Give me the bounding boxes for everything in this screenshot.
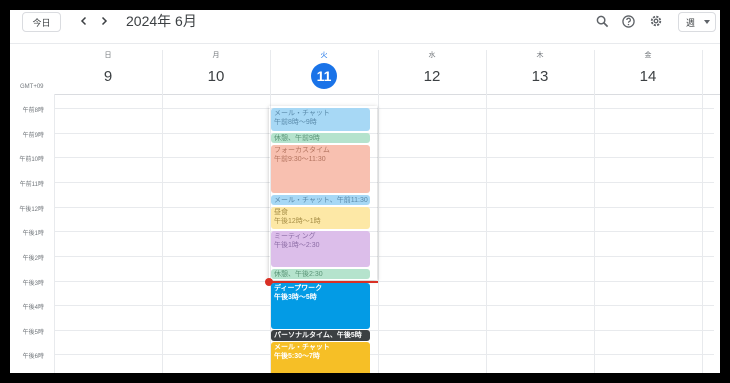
event-time: 午後3時～5時 <box>274 294 317 301</box>
search-icon <box>596 15 608 27</box>
hour-label: 午後3時 <box>22 281 44 287</box>
event-title: フォーカスタイム <box>274 147 330 154</box>
column-divider <box>54 94 55 373</box>
event-email-chat-evening[interactable]: メール・チャット 午後5:30～7時 <box>271 342 370 373</box>
caret-down-icon <box>704 20 710 24</box>
event-title: メール・チャット <box>274 110 330 117</box>
view-selector[interactable]: 週 <box>678 12 716 32</box>
header-divider <box>10 43 720 44</box>
event-deep-work[interactable]: ディープワーク 午後3時～5時 <box>271 283 370 329</box>
event-title: メール・チャット、午前11:30 <box>274 197 368 204</box>
hour-gridline <box>54 207 714 208</box>
hour-gridline <box>54 354 714 355</box>
hour-gridline <box>54 330 714 331</box>
hour-gridline <box>54 256 714 257</box>
today-button[interactable]: 今日 <box>22 12 61 32</box>
day-of-week: 日 <box>104 52 112 59</box>
event-personal-time[interactable]: パーソナルタイム、午後5時 <box>271 330 370 341</box>
day-of-week: 木 <box>536 52 544 59</box>
settings-button[interactable] <box>648 13 664 29</box>
column-divider <box>702 50 703 373</box>
day-header-mon[interactable]: 月 10 <box>162 50 270 90</box>
hour-label: 午後12時 <box>19 207 44 213</box>
hour-label: 午後6時 <box>22 354 44 360</box>
prev-week-button[interactable] <box>76 13 92 29</box>
day-header-sun[interactable]: 日 9 <box>54 50 162 90</box>
month-title: 2024年 6月 <box>126 13 197 29</box>
hour-label: 午前10時 <box>19 157 44 163</box>
event-title: 休憩、午後2:30 <box>274 271 323 278</box>
hour-label: 午前8時 <box>22 108 44 114</box>
help-button[interactable] <box>620 13 636 29</box>
day-number[interactable]: 13 <box>486 64 594 90</box>
event-focus-time[interactable]: フォーカスタイム 午前9:30～11:30 <box>271 145 370 193</box>
hour-gridline <box>54 305 714 306</box>
column-divider <box>594 50 595 373</box>
event-lunch[interactable]: 昼食 午後12時～1時 <box>271 207 370 229</box>
event-meeting[interactable]: ミーティング 午後1時～2:30 <box>271 231 370 267</box>
event-title: メール・チャット <box>274 344 330 351</box>
day-number[interactable]: 12 <box>378 64 486 90</box>
help-icon <box>621 14 635 28</box>
hour-gridline <box>54 133 714 134</box>
hour-gridline <box>54 108 714 109</box>
calendar-header: 今日 2024年 6月 週 <box>10 10 720 36</box>
event-break-9am[interactable]: 休憩、午前9時 <box>271 133 370 143</box>
column-divider <box>378 50 379 373</box>
day-header-tue-today[interactable]: 火 11 <box>270 50 378 89</box>
event-title: 昼食 <box>274 209 288 216</box>
event-time: 午後5:30～7時 <box>274 353 320 360</box>
hour-gridline <box>54 281 714 282</box>
event-time: 午前9:30～11:30 <box>274 156 326 163</box>
day-number[interactable]: 9 <box>54 64 162 90</box>
hour-label: 午後4時 <box>22 305 44 311</box>
day-number-today[interactable]: 11 <box>311 63 337 89</box>
event-title: パーソナルタイム、午後5時 <box>274 332 362 339</box>
event-title: ミーティング <box>274 233 316 240</box>
chevron-right-icon <box>101 16 108 26</box>
event-email-chat-1130[interactable]: メール・チャット、午前11:30 <box>271 195 370 205</box>
day-header-fri[interactable]: 金 14 <box>594 50 702 90</box>
hour-label: 午前11時 <box>19 182 44 188</box>
calendar-window: 今日 2024年 6月 週 日 9 月 10 火 11 水 12 木 13 金 … <box>10 10 720 373</box>
view-selector-label: 週 <box>686 17 696 28</box>
event-time: 午後12時～1時 <box>274 218 321 225</box>
day-of-week: 月 <box>212 52 220 59</box>
grid-top-border <box>54 94 720 95</box>
event-title: ディープワーク <box>274 285 323 292</box>
event-time: 午後1時～2:30 <box>274 242 320 249</box>
column-divider <box>162 50 163 373</box>
day-header-thu[interactable]: 木 13 <box>486 50 594 90</box>
day-number[interactable]: 10 <box>162 64 270 90</box>
column-divider <box>486 50 487 373</box>
event-time: 午前8時～9時 <box>274 119 317 126</box>
hour-label: 午後1時 <box>22 231 44 237</box>
search-button[interactable] <box>594 13 610 29</box>
hour-gridline <box>54 231 714 232</box>
hour-label: 午後5時 <box>22 330 44 336</box>
day-of-week: 水 <box>428 52 436 59</box>
day-of-week: 火 <box>320 52 328 59</box>
day-header-wed[interactable]: 水 12 <box>378 50 486 90</box>
hour-gridline <box>54 182 714 183</box>
next-week-button[interactable] <box>96 13 112 29</box>
hour-label: 午前9時 <box>22 133 44 139</box>
hour-label: 午後2時 <box>22 256 44 262</box>
timezone-label: GMT+09 <box>20 84 44 90</box>
event-email-chat-morning[interactable]: メール・チャット 午前8時～9時 <box>271 108 370 131</box>
gear-icon <box>650 15 662 27</box>
day-number[interactable]: 14 <box>594 64 702 90</box>
event-break-230pm[interactable]: 休憩、午後2:30 <box>271 269 370 279</box>
day-of-week: 金 <box>644 52 652 59</box>
hour-gridline <box>54 157 714 158</box>
event-title: 休憩、午前9時 <box>274 135 320 142</box>
chevron-left-icon <box>80 16 87 26</box>
